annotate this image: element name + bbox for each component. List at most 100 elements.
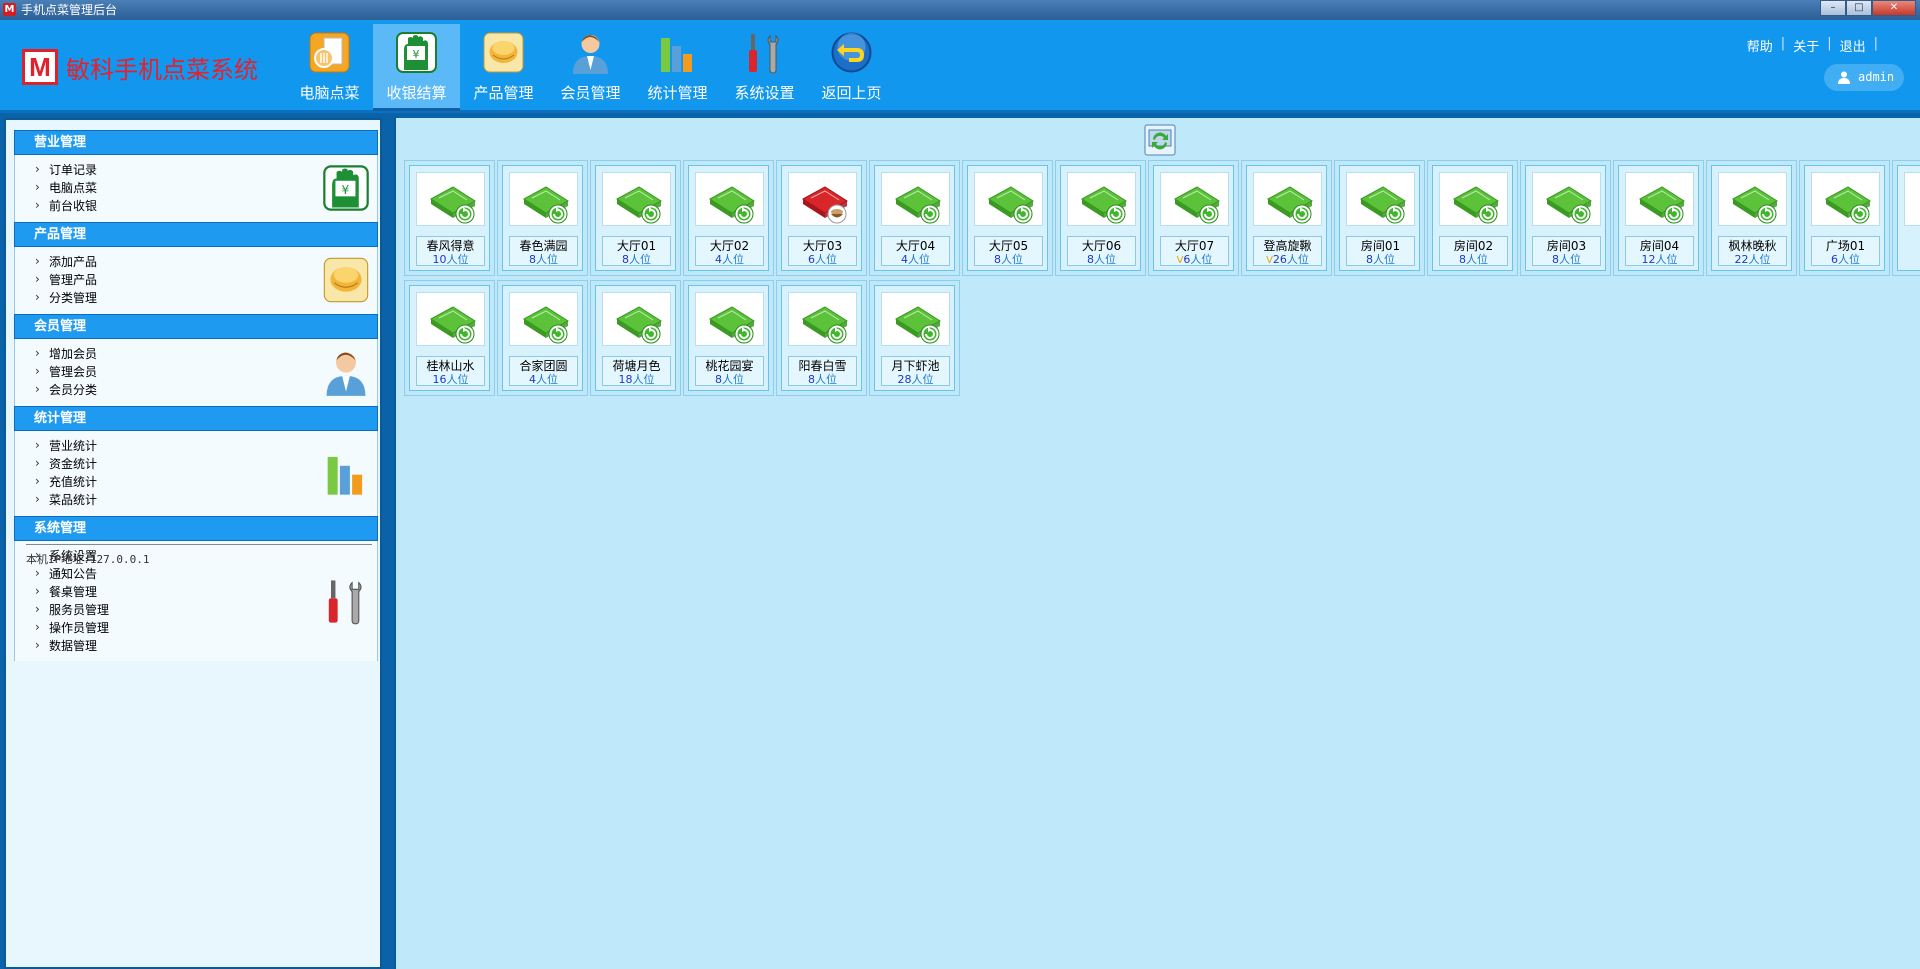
- seat-count: 16: [432, 373, 447, 386]
- nav-label: 收银结算: [386, 84, 447, 102]
- table-name: 大厅02: [709, 239, 750, 253]
- free-table-icon: [1067, 172, 1136, 226]
- table-capacity: 16人位: [417, 373, 484, 387]
- table-tile[interactable]: 大厅07 V6人位: [1148, 160, 1239, 276]
- table-tile[interactable]: 桃花园宴 8人位: [683, 280, 774, 396]
- statistics-icon: [655, 30, 700, 75]
- table-tile[interactable]: 大厅02 4人位: [683, 160, 774, 276]
- table-capacity: 22人位: [1719, 253, 1786, 267]
- sidebar-item[interactable]: 数据管理: [35, 636, 377, 655]
- table-tile[interactable]: 房间03 8人位: [1520, 160, 1611, 276]
- nav-item-ordering[interactable]: 电脑点菜: [286, 24, 373, 111]
- table-grid: 春风得意 10人位 春色满园 8人位 大厅01 8人位 大厅02 4人位 大厅0…: [404, 160, 1920, 400]
- main-nav: 电脑点菜 ¥ 收银结算 产品管理 会员管理 统计管理 系统设置 返回上页: [286, 24, 895, 111]
- table-capacity: 8人位: [975, 253, 1042, 267]
- table-tile[interactable]: 房间01 8人位: [1334, 160, 1425, 276]
- minimize-button[interactable]: –: [1820, 0, 1846, 16]
- table-tile[interactable]: 大厅05 8人位: [962, 160, 1053, 276]
- table-tile[interactable]: 房间02 8人位: [1427, 160, 1518, 276]
- close-button[interactable]: ✕: [1872, 0, 1916, 16]
- seat-count: 8: [994, 253, 1001, 266]
- table-card: 房间03 8人位: [1525, 165, 1606, 271]
- table-name: 大厅01: [616, 239, 657, 253]
- table-tile[interactable]: 大厅06 8人位: [1055, 160, 1146, 276]
- user-name: admin: [1858, 70, 1895, 84]
- nav-item-settings[interactable]: 系统设置: [721, 24, 808, 111]
- table-card: 大厅04 4人位: [874, 165, 955, 271]
- table-card: 大厅03 6人位: [781, 165, 862, 271]
- table-tile[interactable]: 大厅04 4人位: [869, 160, 960, 276]
- table-label: 合家团圆 4人位: [509, 356, 578, 386]
- table-tile[interactable]: 枫林晚秋 22人位: [1706, 160, 1797, 276]
- sidebar-section-title[interactable]: 系统管理: [14, 516, 378, 541]
- table-label: 大厅06 8人位: [1067, 236, 1136, 266]
- seat-unit: 人位: [446, 253, 469, 266]
- table-label: 月下虾池 28人位: [881, 356, 950, 386]
- app-icon: M: [3, 3, 16, 16]
- table-tile[interactable]: 月下虾池 28人位: [869, 280, 960, 396]
- sidebar-section-title[interactable]: 统计管理: [14, 406, 378, 431]
- nav-item-member[interactable]: 会员管理: [547, 24, 634, 111]
- free-table-icon: [788, 292, 857, 346]
- logout-link[interactable]: 退出: [1840, 36, 1866, 55]
- table-tile[interactable]: 房间04 12人位: [1613, 160, 1704, 276]
- sidebar-section-title[interactable]: 营业管理: [14, 130, 378, 155]
- table-tile[interactable]: 大厅01 8人位: [590, 160, 681, 276]
- about-link[interactable]: 关于: [1793, 36, 1819, 55]
- table-tile[interactable]: 春色满园 8人位: [497, 160, 588, 276]
- refresh-icon[interactable]: [1144, 124, 1176, 156]
- table-label: 大厅05 8人位: [974, 236, 1043, 266]
- table-tile[interactable]: 荷塘月色 18人位: [590, 280, 681, 396]
- top-header: M 敏科手机点菜系统 电脑点菜 ¥ 收银结算 产品管理 会员管理 统计管理 系统设…: [0, 20, 1920, 113]
- nav-item-statistics[interactable]: 统计管理: [634, 24, 721, 111]
- seat-count: 10: [432, 253, 447, 266]
- table-capacity: 8人位: [1068, 253, 1135, 267]
- seat-count: 8: [529, 253, 536, 266]
- seat-count: 26: [1272, 253, 1287, 266]
- table-tile[interactable]: 桂林山水 16人位: [404, 280, 495, 396]
- nav-item-product[interactable]: 产品管理: [460, 24, 547, 111]
- member-icon: [321, 347, 371, 397]
- seat-count: 6: [808, 253, 815, 266]
- free-table-icon: [695, 292, 764, 346]
- table-capacity: 8人位: [1440, 253, 1507, 267]
- maximize-button[interactable]: □: [1846, 0, 1872, 16]
- table-tile[interactable]: 登高旋鞦 V26人位: [1241, 160, 1332, 276]
- table-name: 广场01: [1825, 239, 1866, 253]
- table-name: 房间01: [1360, 239, 1401, 253]
- table-tile[interactable]: 阳春白雪 8人位: [776, 280, 867, 396]
- table-tile[interactable]: 大厅03 6人位: [776, 160, 867, 276]
- sidebar-section-title[interactable]: 产品管理: [14, 222, 378, 247]
- sidebar-section-title[interactable]: 会员管理: [14, 314, 378, 339]
- free-table-icon: [416, 292, 485, 346]
- free-table-icon: [1811, 172, 1880, 226]
- seat-unit: 人位: [815, 373, 837, 386]
- table-tile[interactable]: 广场01 6人位: [1799, 160, 1890, 276]
- seat-count: 8: [622, 253, 629, 266]
- seat-unit: 人位: [722, 253, 744, 266]
- window-controls: – □ ✕: [1820, 0, 1916, 16]
- free-table-icon: [1532, 172, 1601, 226]
- nav-label: 返回上页: [821, 84, 882, 102]
- sidebar-section-body: 营业统计资金统计充值统计菜品统计: [14, 431, 378, 518]
- back-icon: [829, 30, 874, 75]
- free-table-icon: [1718, 172, 1787, 226]
- table-name: 大厅07: [1174, 239, 1215, 253]
- table-capacity: 4人位: [882, 253, 949, 267]
- table-tile[interactable]: 春风得意 10人位: [404, 160, 495, 276]
- seat-unit: 人位: [815, 253, 837, 266]
- nav-item-cashier[interactable]: ¥ 收银结算: [373, 24, 460, 111]
- user-badge[interactable]: admin: [1824, 64, 1904, 91]
- table-label: 大厅07 V6人位: [1160, 236, 1229, 266]
- free-table-icon: [1253, 172, 1322, 226]
- statistics-icon: [321, 448, 371, 498]
- table-card: 荷塘月色 18人位: [595, 285, 676, 391]
- seat-unit: 人位: [1094, 253, 1116, 266]
- table-card: 春风得意 10人位: [409, 165, 490, 271]
- nav-item-back[interactable]: 返回上页: [808, 24, 895, 111]
- help-link[interactable]: 帮助: [1747, 36, 1773, 55]
- table-label: 广场01 6人位: [1811, 236, 1880, 266]
- table-name: 桃花园宴: [705, 359, 754, 373]
- table-tile-partial[interactable]: [1892, 160, 1920, 276]
- table-tile[interactable]: 合家团圆 4人位: [497, 280, 588, 396]
